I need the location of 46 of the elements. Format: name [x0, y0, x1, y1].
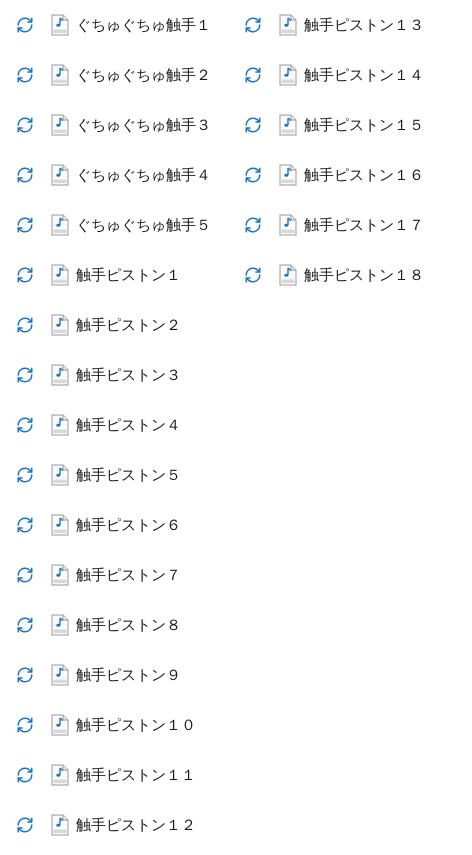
file-name[interactable]: ぐちゅぐちゅ触手３ [76, 114, 211, 136]
audio-file-icon [51, 514, 69, 536]
file-name[interactable]: 触手ピストン４ [76, 414, 181, 436]
audio-file-icon [279, 164, 297, 186]
audio-file-icon [51, 114, 69, 136]
file-name[interactable]: ぐちゅぐちゅ触手５ [76, 214, 211, 236]
audio-file-icon [279, 214, 297, 236]
file-name[interactable]: 触手ピストン３ [76, 364, 181, 386]
file-name[interactable]: ぐちゅぐちゅ触手４ [76, 164, 211, 186]
audio-file-icon [51, 764, 69, 786]
file-name[interactable]: 触手ピストン９ [76, 664, 181, 686]
file-name[interactable]: 触手ピストン２ [76, 314, 181, 336]
audio-file-icon [51, 214, 69, 236]
audio-file-icon [51, 464, 69, 486]
file-name[interactable]: 触手ピストン１６ [304, 164, 424, 186]
file-name[interactable]: ぐちゅぐちゅ触手１ [76, 14, 211, 36]
audio-file-icon [51, 614, 69, 636]
file-name[interactable]: 触手ピストン１８ [304, 264, 424, 286]
audio-file-icon [51, 564, 69, 586]
audio-file-icon [51, 314, 69, 336]
audio-file-icon [51, 364, 69, 386]
file-name[interactable]: 触手ピストン１４ [304, 64, 424, 86]
file-name[interactable]: ぐちゅぐちゅ触手２ [76, 64, 211, 86]
file-name[interactable]: 触手ピストン１１ [76, 764, 196, 786]
audio-file-icon [51, 64, 69, 86]
audio-file-icon [51, 814, 69, 836]
file-name[interactable]: 触手ピストン１７ [304, 214, 424, 236]
audio-file-icon [51, 164, 69, 186]
audio-file-icon [51, 14, 69, 36]
file-name[interactable]: 触手ピストン６ [76, 514, 181, 536]
audio-file-icon [51, 664, 69, 686]
file-name[interactable]: 触手ピストン１ [76, 264, 181, 286]
audio-file-icon [279, 14, 297, 36]
audio-file-icon [279, 64, 297, 86]
audio-file-icon [51, 714, 69, 736]
file-name[interactable]: 触手ピストン１３ [304, 14, 424, 36]
file-name[interactable]: 触手ピストン１２ [76, 814, 196, 836]
file-name[interactable]: 触手ピストン７ [76, 564, 181, 586]
file-name[interactable]: 触手ピストン１０ [76, 714, 196, 736]
audio-file-icon [279, 114, 297, 136]
file-name[interactable]: 触手ピストン５ [76, 464, 181, 486]
file-name[interactable]: 触手ピストン８ [76, 614, 181, 636]
audio-file-icon [51, 414, 69, 436]
file-name[interactable]: 触手ピストン１５ [304, 114, 424, 136]
audio-file-icon [279, 264, 297, 286]
audio-file-icon [51, 264, 69, 286]
